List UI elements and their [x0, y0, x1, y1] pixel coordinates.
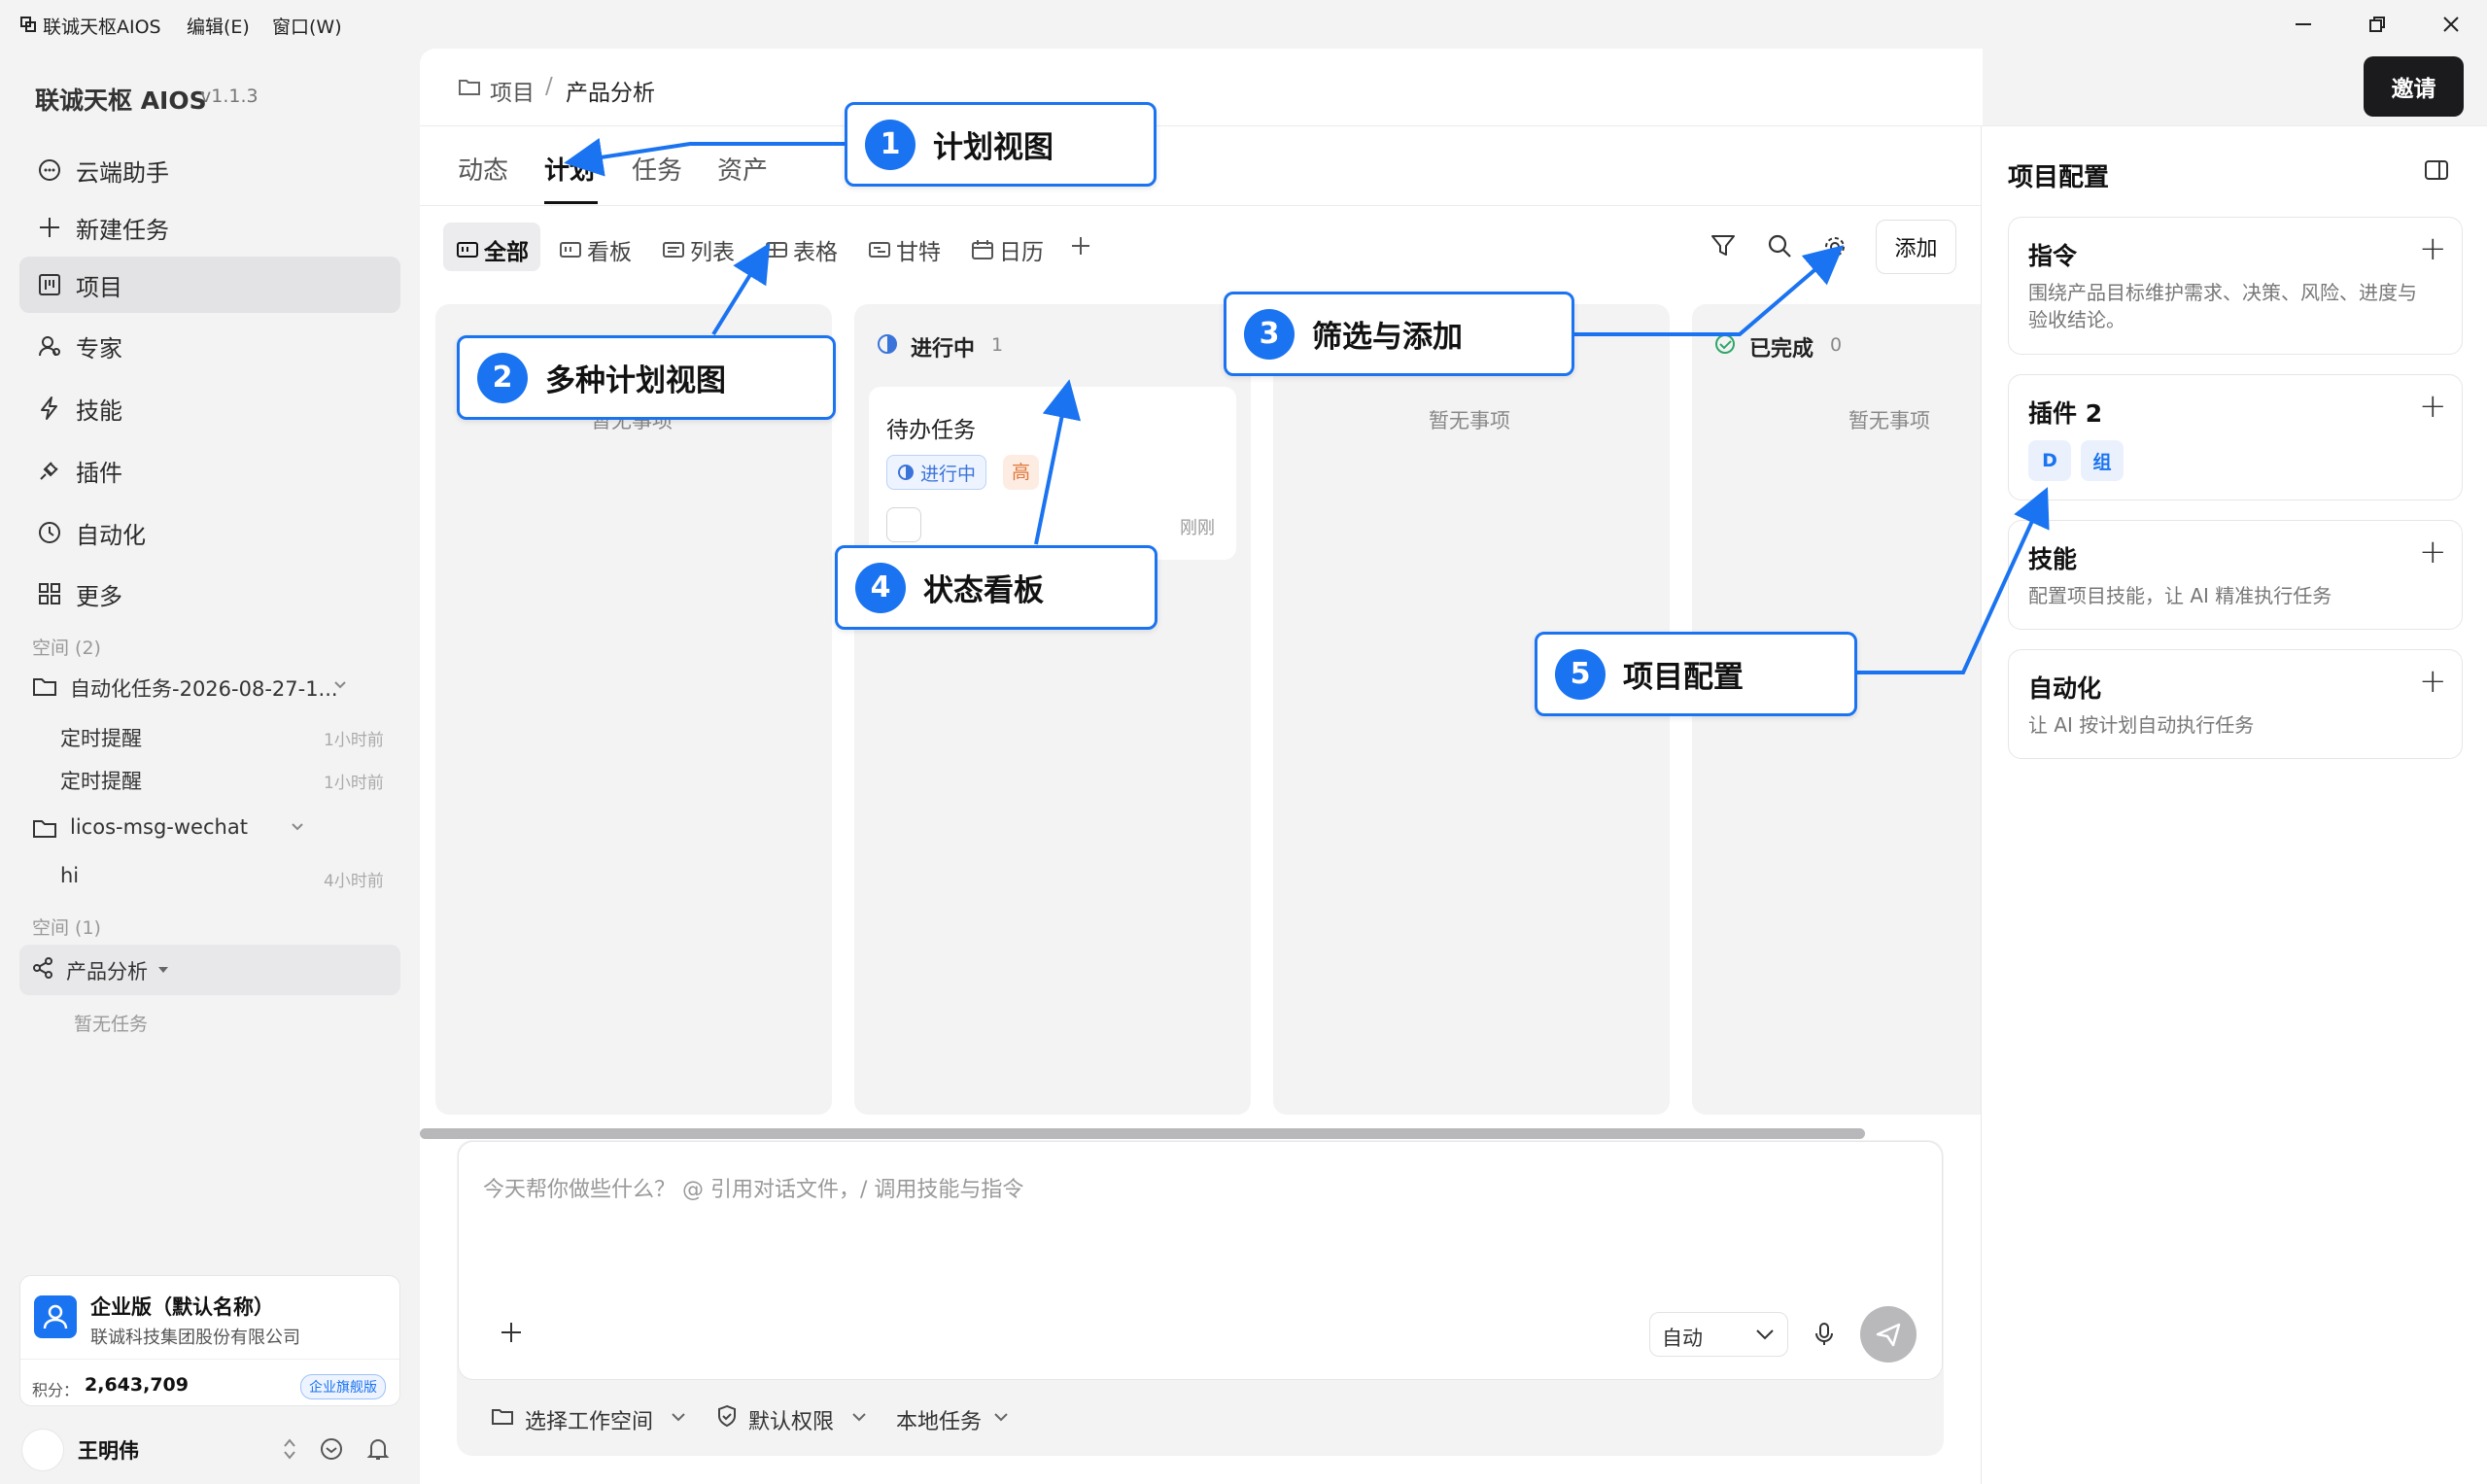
callout-3: 3 筛选与添加 [1224, 292, 1574, 376]
callout-1: 1 计划视图 [845, 102, 1157, 187]
callout-text: 计划视图 [933, 130, 1054, 165]
callout-2: 2 多种计划视图 [457, 335, 836, 420]
callout-text: 状态看板 [923, 573, 1044, 608]
callout-arrows [564, 138, 2050, 674]
callout-text: 筛选与添加 [1312, 320, 1463, 355]
callout-number: 1 [865, 119, 915, 170]
callout-text: 项目配置 [1623, 660, 1744, 695]
callout-text: 多种计划视图 [545, 363, 726, 398]
callout-4: 4 状态看板 [835, 545, 1157, 630]
callout-number: 2 [477, 352, 528, 403]
callout-5: 5 项目配置 [1535, 632, 1857, 716]
callout-number: 5 [1555, 648, 1606, 700]
callout-number: 3 [1244, 308, 1295, 360]
callout-number: 4 [855, 562, 906, 613]
